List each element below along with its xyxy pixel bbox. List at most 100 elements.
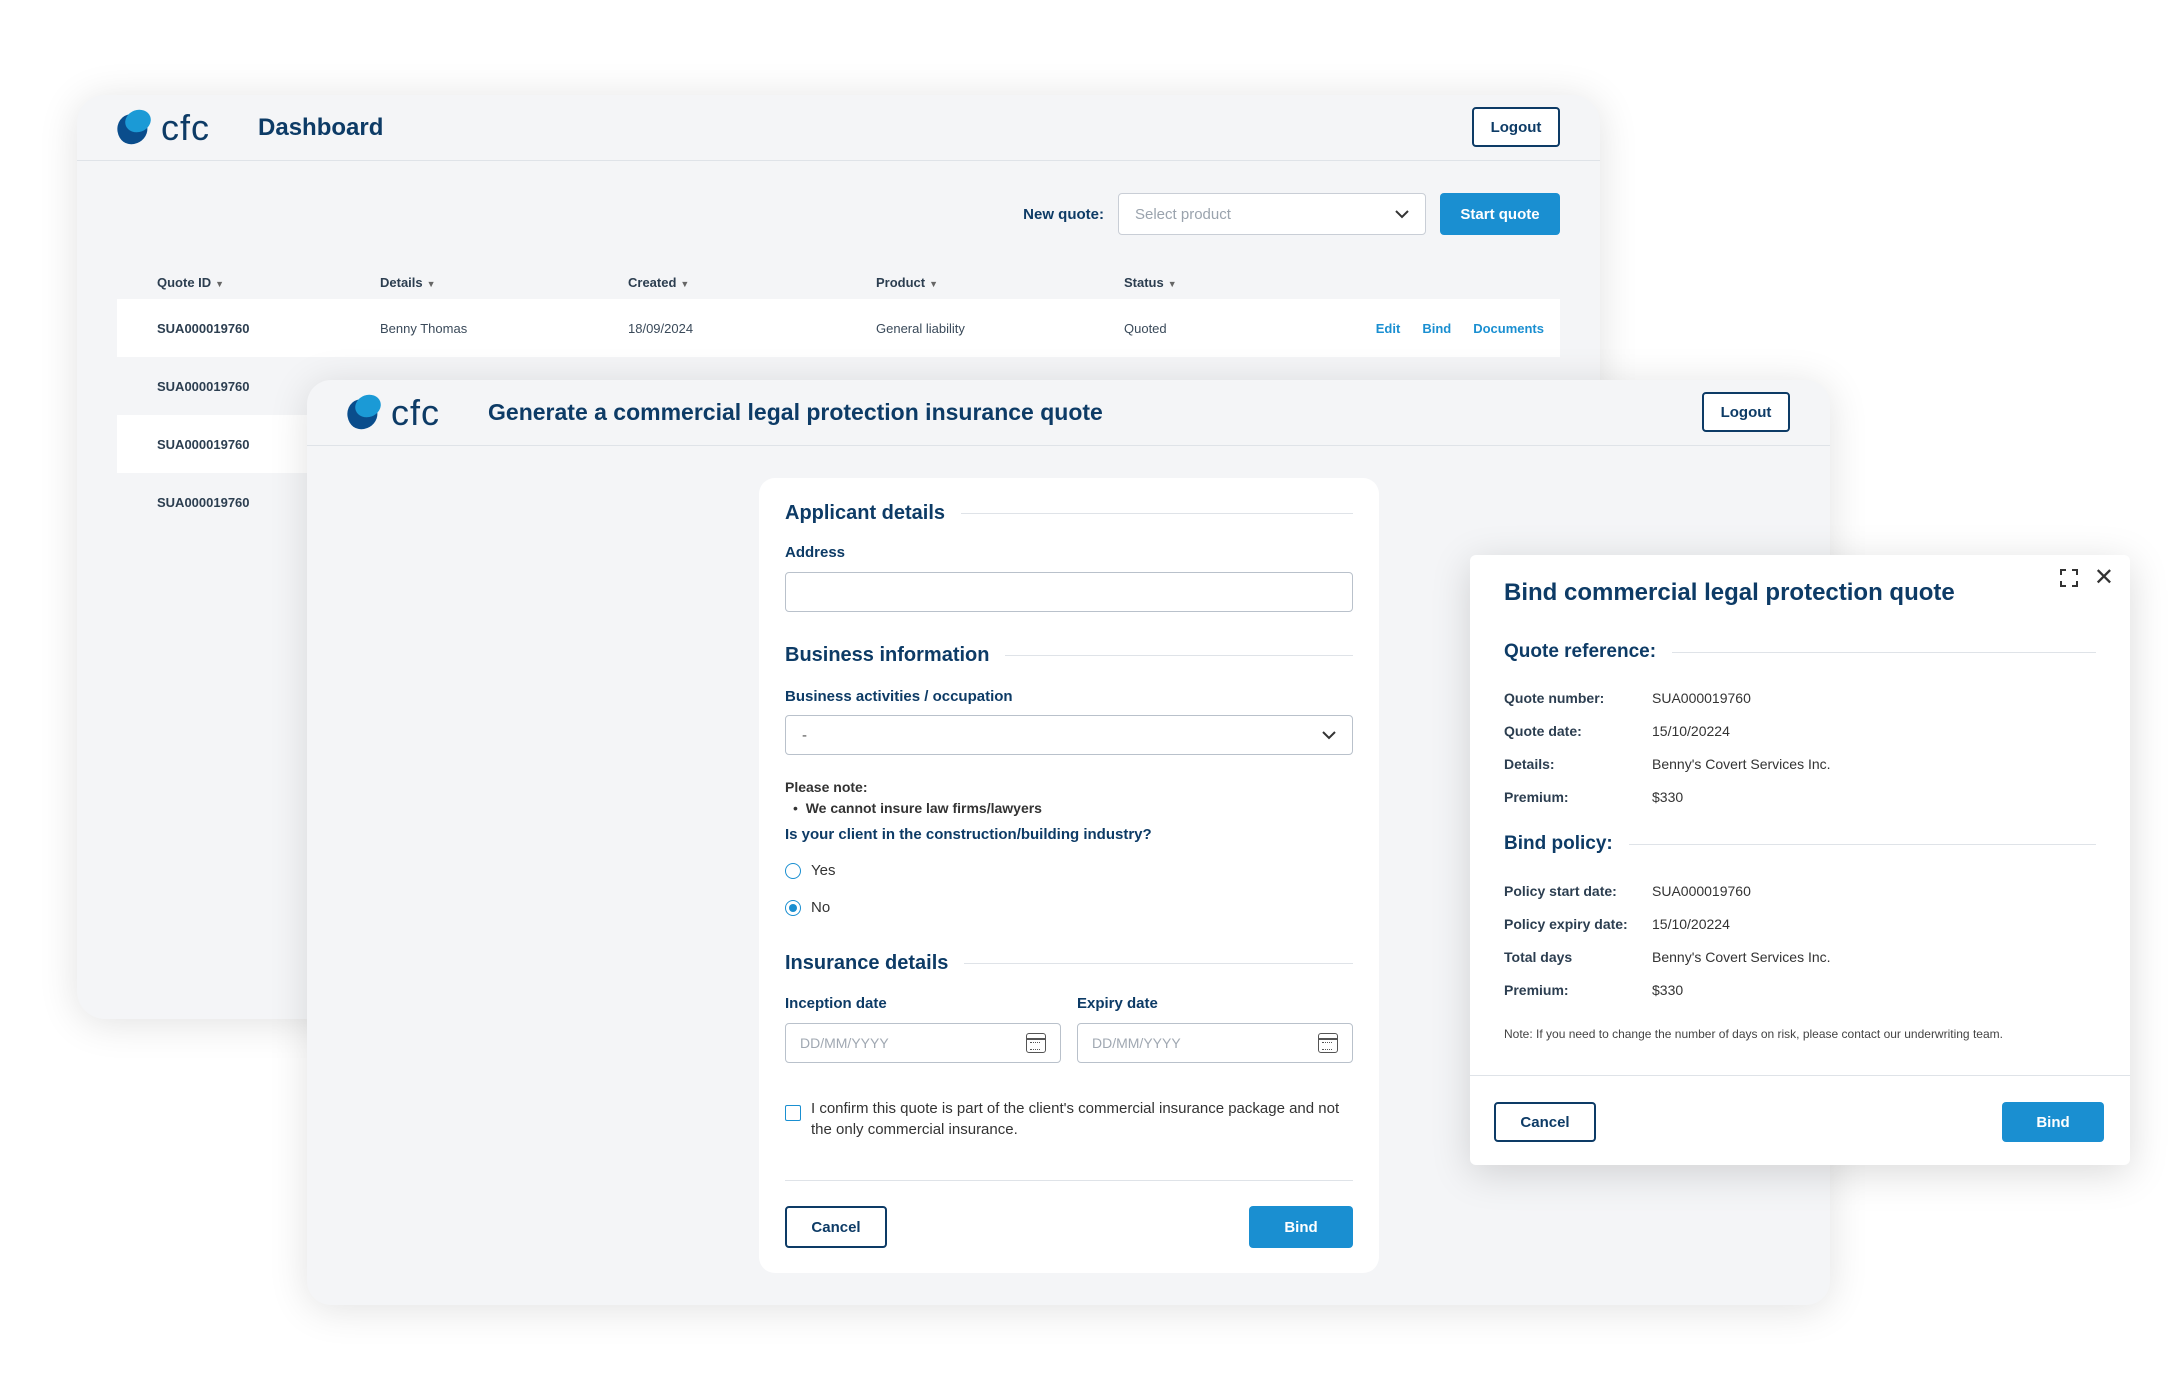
- confirm-checkbox-row[interactable]: I confirm this quote is part of the clie…: [785, 1098, 1353, 1140]
- kv-value: $330: [1652, 982, 1684, 998]
- kv-key: Details:: [1504, 756, 1555, 772]
- logout-button[interactable]: Logout: [1472, 107, 1560, 147]
- kv-key: Premium:: [1504, 789, 1569, 805]
- kv-value: 15/10/20224: [1652, 723, 1730, 739]
- column-header-quote-id[interactable]: Quote ID ▼: [157, 275, 380, 290]
- bind-link[interactable]: Bind: [1422, 321, 1451, 336]
- generate-header: cfc Generate a commercial legal protecti…: [307, 380, 1830, 446]
- section-title-text: Business information: [785, 644, 990, 666]
- radio-yes-label: Yes: [811, 862, 836, 879]
- sort-caret-icon: ▼: [1167, 278, 1177, 289]
- dashboard-header: cfc Dashboard Logout: [77, 95, 1600, 161]
- cfc-logo-icon: [111, 105, 155, 149]
- quote-reference-section: Quote reference:: [1504, 641, 2096, 663]
- business-section-title: Business information: [785, 644, 1353, 667]
- date-placeholder: DD/MM/YYYY: [1092, 1035, 1181, 1051]
- cell-quote-id: SUA000019760: [157, 320, 250, 336]
- close-icon[interactable]: ✕: [2094, 566, 2114, 590]
- kv-key: Premium:: [1504, 982, 1569, 998]
- column-label: Details: [380, 274, 423, 290]
- kv-value: Benny's Covert Services Inc.: [1652, 949, 1831, 965]
- start-quote-button[interactable]: Start quote: [1440, 193, 1560, 235]
- cell-created: 18/09/2024: [628, 320, 694, 336]
- column-header-status[interactable]: Status ▼: [1124, 275, 1324, 290]
- column-label: Product: [876, 274, 926, 290]
- expand-icon[interactable]: [2059, 569, 2078, 587]
- cfc-logo-icon: [341, 390, 385, 434]
- please-note: Please note: • We cannot insure law firm…: [785, 777, 1042, 819]
- radio-circle-icon: [785, 862, 801, 879]
- section-title-text: Insurance details: [785, 952, 949, 974]
- logo-text: cfc: [161, 106, 211, 148]
- edit-link[interactable]: Edit: [1376, 321, 1401, 336]
- inception-date-input[interactable]: DD/MM/YYYY: [785, 1023, 1061, 1063]
- column-header-product[interactable]: Product ▼: [876, 275, 1124, 290]
- logout-button[interactable]: Logout: [1702, 392, 1790, 432]
- policy-start-row: Policy start date: SUA000019760: [1504, 883, 1751, 899]
- premium-row: Premium: $330: [1504, 789, 1683, 805]
- row-actions: Edit Bind Documents: [1376, 321, 1544, 336]
- radio-yes[interactable]: Yes: [785, 862, 835, 879]
- product-select-placeholder: Select product: [1135, 205, 1231, 223]
- sort-caret-icon: ▼: [426, 278, 436, 289]
- cell-status: Quoted: [1124, 320, 1167, 336]
- new-quote-label: New quote:: [1023, 205, 1104, 223]
- total-days-row: Total days Benny's Covert Services Inc.: [1504, 949, 1831, 965]
- kv-value: SUA000019760: [1652, 883, 1751, 899]
- address-input[interactable]: [785, 572, 1353, 612]
- table-row: SUA000019760 Benny Thomas 18/09/2024 Gen…: [117, 299, 1560, 357]
- modal-bind-button[interactable]: Bind: [2002, 1102, 2104, 1142]
- expiry-date-input[interactable]: DD/MM/YYYY: [1077, 1023, 1353, 1063]
- kv-value: $330: [1652, 789, 1684, 805]
- section-title-text: Quote reference:: [1504, 641, 1657, 662]
- address-label: Address: [785, 544, 846, 561]
- kv-key: Total days: [1504, 949, 1573, 965]
- radio-no-label: No: [811, 899, 831, 916]
- quote-form: Applicant details Address Business infor…: [759, 478, 1379, 1273]
- section-title-text: Bind policy:: [1504, 833, 1613, 854]
- sort-caret-icon: ▼: [929, 278, 939, 289]
- kv-value: Benny's Covert Services Inc.: [1652, 756, 1831, 772]
- form-divider: [785, 1180, 1353, 1181]
- expiry-date-label: Expiry date: [1077, 995, 1158, 1012]
- confirm-text: I confirm this quote is part of the clie…: [811, 1100, 1340, 1138]
- documents-link[interactable]: Documents: [1473, 321, 1544, 336]
- details-row: Details: Benny's Covert Services Inc.: [1504, 756, 1831, 772]
- quote-date-row: Quote date: 15/10/20224: [1504, 723, 1730, 739]
- insurance-section-title: Insurance details: [785, 952, 1353, 975]
- radio-no[interactable]: No: [785, 899, 830, 916]
- calendar-icon[interactable]: [1026, 1033, 1046, 1053]
- calendar-icon[interactable]: [1318, 1033, 1338, 1053]
- inception-date-label: Inception date: [785, 995, 887, 1012]
- note-item: We cannot insure law firms/lawyers: [805, 800, 1042, 816]
- policy-expiry-row: Policy expiry date: 15/10/20224: [1504, 916, 1730, 932]
- confirm-checkbox[interactable]: [785, 1105, 801, 1121]
- applicant-section-title: Applicant details: [785, 502, 1353, 525]
- bind-quote-modal: Bind commercial legal protection quote ✕…: [1470, 555, 2130, 1165]
- new-quote-bar: New quote: Select product Start quote: [1023, 193, 1560, 235]
- cell-product: General liability: [876, 320, 965, 336]
- column-header-details[interactable]: Details ▼: [380, 275, 628, 290]
- column-header-created[interactable]: Created ▼: [628, 275, 876, 290]
- bullet-icon: •: [793, 800, 798, 816]
- bind-button[interactable]: Bind: [1249, 1206, 1353, 1248]
- modal-controls: ✕: [2059, 566, 2114, 590]
- kv-key: Policy start date:: [1504, 883, 1617, 899]
- date-placeholder: DD/MM/YYYY: [800, 1035, 889, 1051]
- business-activities-label: Business activities / occupation: [785, 688, 1013, 705]
- modal-cancel-button[interactable]: Cancel: [1494, 1102, 1596, 1142]
- cancel-button[interactable]: Cancel: [785, 1206, 887, 1248]
- kv-value: SUA000019760: [1652, 690, 1751, 706]
- quote-number-row: Quote number: SUA000019760: [1504, 690, 1751, 706]
- bind-policy-section: Bind policy:: [1504, 833, 2096, 855]
- kv-key: Policy expiry date:: [1504, 916, 1628, 932]
- product-select[interactable]: Select product: [1118, 193, 1426, 235]
- construction-question: Is your client in the construction/build…: [785, 826, 1152, 843]
- note-title: Please note:: [785, 779, 868, 795]
- business-activities-value: -: [802, 726, 807, 744]
- sort-caret-icon: ▼: [680, 278, 690, 289]
- sort-caret-icon: ▼: [215, 278, 225, 289]
- business-activities-select[interactable]: -: [785, 715, 1353, 755]
- kv-key: Quote date:: [1504, 723, 1582, 739]
- policy-premium-row: Premium: $330: [1504, 982, 1683, 998]
